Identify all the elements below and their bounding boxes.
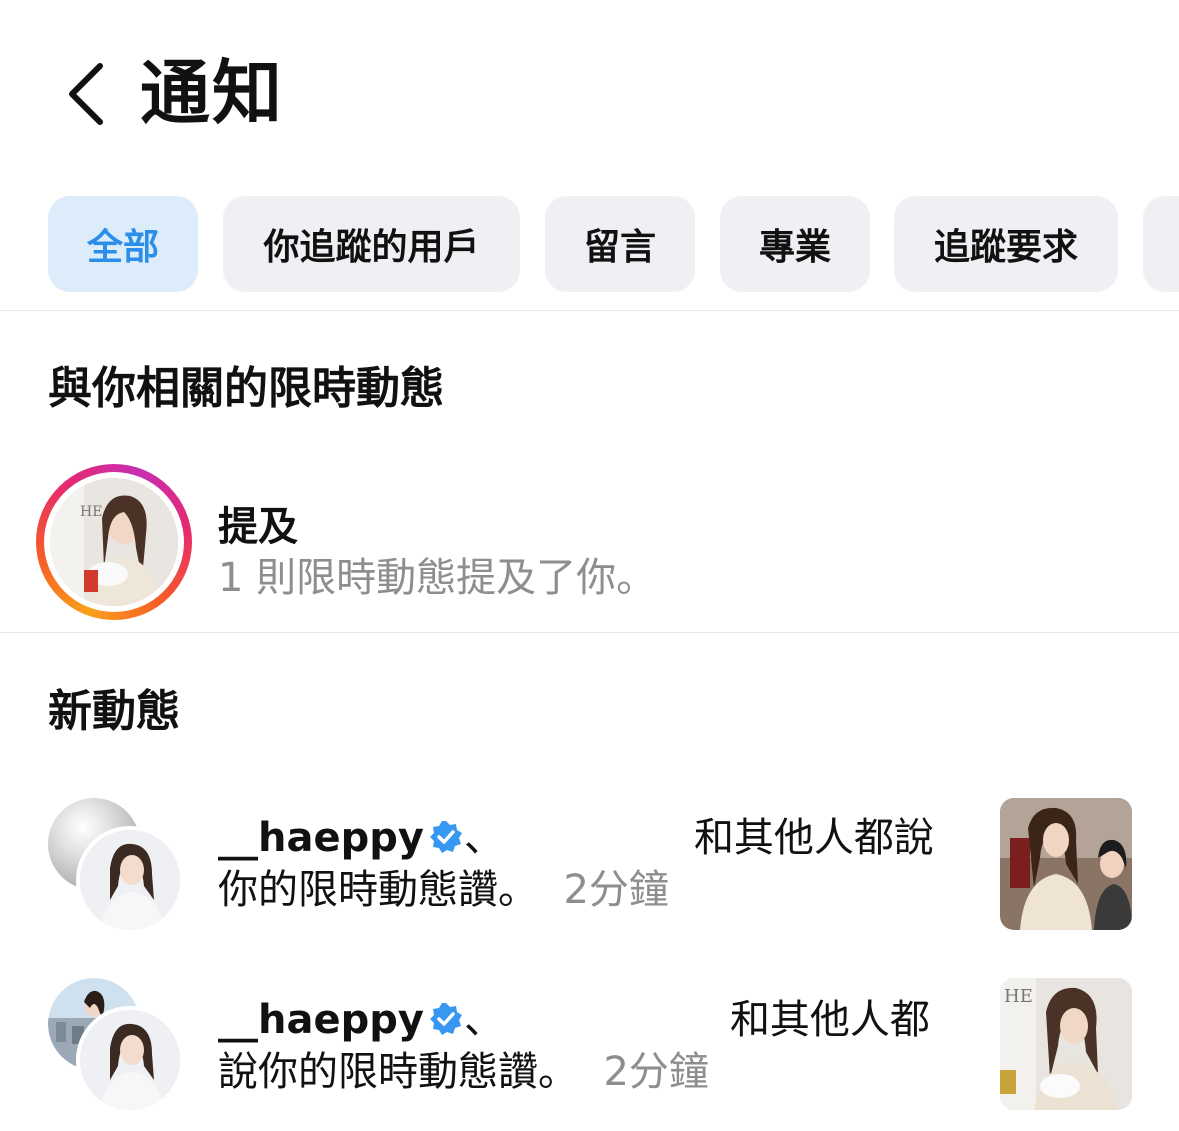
divider — [0, 632, 1179, 633]
verified-badge-icon — [429, 1003, 462, 1035]
page-title: 通知 — [140, 52, 284, 134]
story-thumbnail[interactable] — [1000, 798, 1132, 930]
notification-text: __haeppy 、 和其他人都 說你的限時動態讚。 2分鐘 — [218, 994, 958, 1098]
tab-comments[interactable]: 留言 — [545, 196, 695, 292]
story-ring[interactable]: HE — [36, 464, 192, 620]
story-photo-text: HE — [80, 504, 102, 520]
tab-follow-requests[interactable]: 追蹤要求 — [894, 196, 1118, 292]
avatar — [76, 1006, 184, 1114]
story-thumbnail[interactable]: HE — [1000, 978, 1132, 1110]
username[interactable]: __haeppy — [218, 997, 424, 1043]
divider — [0, 310, 1179, 311]
separator: 、 — [463, 997, 504, 1043]
avatar — [76, 826, 184, 934]
notification-line2: 你的限時動態讚。 — [218, 867, 538, 913]
username[interactable]: __haeppy — [218, 815, 424, 861]
story-avatar: HE — [50, 478, 178, 606]
tab-more[interactable] — [1143, 196, 1179, 292]
verified-badge-icon — [429, 821, 462, 853]
timestamp: 2分鐘 — [603, 1049, 709, 1095]
timestamp: 2分鐘 — [563, 867, 669, 913]
tab-following[interactable]: 你追蹤的用戶 — [223, 196, 520, 292]
chevron-left-icon — [69, 63, 103, 125]
notification-line1: 和其他人都 — [729, 997, 930, 1043]
story-photo: HE — [50, 478, 178, 606]
mention-subtitle: 1 則限時動態提及了你。 — [218, 555, 657, 601]
notification-line2: 說你的限時動態讚。 — [218, 1049, 578, 1095]
tab-all[interactable]: 全部 — [48, 196, 198, 292]
filter-tabs: 全部 你追蹤的用戶 留言 專業 追蹤要求 — [48, 196, 1179, 294]
section-title-new: 新動態 — [48, 686, 180, 737]
tab-professional[interactable]: 專業 — [720, 196, 870, 292]
thumbnail-text: HE — [1004, 986, 1033, 1007]
avatar-stack[interactable] — [48, 978, 188, 1118]
section-title-stories: 與你相關的限時動態 — [48, 363, 444, 414]
mention-title: 提及 — [218, 504, 298, 550]
notification-text: __haeppy 、 和其他人都說 你的限時動態讚。 2分鐘 — [218, 812, 958, 916]
separator: 、 — [463, 815, 504, 861]
notification-line1: 和其他人都說 — [693, 815, 934, 861]
avatar-stack[interactable] — [48, 798, 188, 938]
back-button[interactable] — [56, 56, 116, 132]
header: 通知 — [0, 0, 1179, 190]
